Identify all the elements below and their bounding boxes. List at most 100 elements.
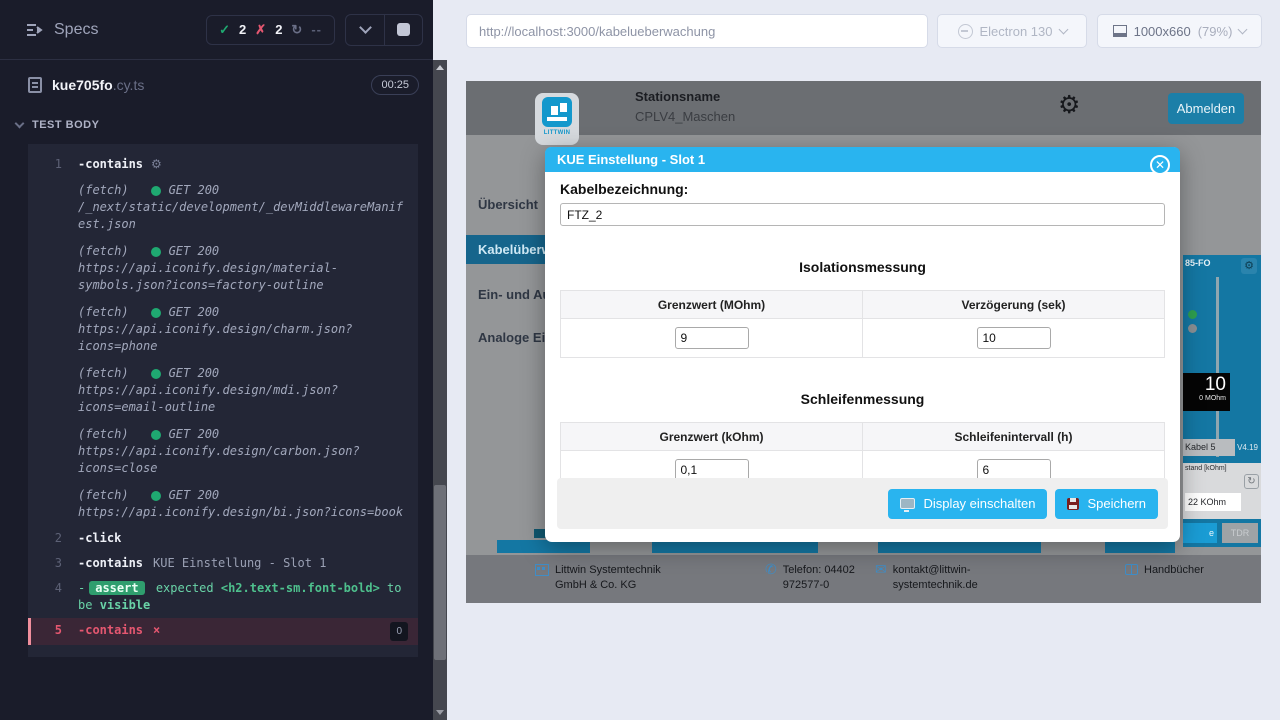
fetch-log-entry[interactable]: (fetch)GET 200 https://api.iconify.desig… bbox=[28, 360, 418, 421]
specs-title[interactable]: Specs bbox=[54, 21, 98, 39]
scrollbar-thumb[interactable] bbox=[434, 485, 446, 660]
loop-col-grenzwert: Grenzwert (kOhm) bbox=[561, 423, 863, 451]
chevron-down-icon bbox=[359, 21, 372, 34]
scroll-up-icon[interactable] bbox=[436, 65, 444, 70]
partial-button[interactable]: e bbox=[1183, 523, 1217, 543]
assert-row[interactable]: 4 -assert expected <h2.text-sm.font-bold… bbox=[28, 576, 418, 618]
viewport-size-selector[interactable]: 1000x660 (79%) bbox=[1097, 14, 1262, 48]
logo-icon bbox=[542, 97, 572, 127]
reporter-scrollbar[interactable] bbox=[433, 60, 447, 720]
stop-button[interactable] bbox=[384, 15, 422, 45]
company-logo: LITTWIN bbox=[535, 93, 579, 145]
close-icon[interactable]: ✕ bbox=[1150, 155, 1170, 175]
station-name: CPLV4_Maschen bbox=[635, 109, 735, 124]
display-on-button[interactable]: Display einschalten bbox=[888, 489, 1047, 519]
command-row[interactable]: 2 -click bbox=[28, 526, 418, 551]
browser-selector[interactable]: Electron 130 bbox=[937, 14, 1087, 48]
footer-email[interactable]: ✉ kontakt@littwin-systemtechnik.de bbox=[875, 563, 1085, 603]
measurement-display: 10 0 MOhm bbox=[1183, 373, 1230, 411]
logo-text: LITTWIN bbox=[544, 130, 570, 136]
command-row[interactable]: 3 -containsKUE Einstellung - Slot 1 bbox=[28, 551, 418, 576]
status-ok-icon bbox=[151, 369, 161, 379]
cypress-reporter: Specs ✓ 2 ✗ 2 ↻ -- kue705fo.cy.ts 00:25 … bbox=[0, 0, 433, 720]
command-row[interactable]: 1 -contains ⚙ bbox=[28, 152, 418, 177]
specs-list-icon[interactable] bbox=[26, 23, 44, 37]
nav-item-ein-und-ausgaenge[interactable]: Ein- und Au bbox=[466, 280, 556, 309]
fetch-log-entry[interactable]: (fetch)GET 200 https://api.iconify.desig… bbox=[28, 299, 418, 360]
nav-item-analoge-eingaenge[interactable]: Analoge Ei bbox=[466, 323, 556, 352]
spec-file-name: kue705fo.cy.ts bbox=[52, 77, 144, 93]
fetch-log-entry[interactable]: (fetch)GET 200 https://api.iconify.desig… bbox=[28, 238, 418, 299]
browser-label: Electron 130 bbox=[980, 24, 1053, 39]
status-ok-icon bbox=[151, 247, 161, 257]
stop-icon bbox=[397, 23, 410, 36]
spec-file-ext: .cy.ts bbox=[113, 77, 145, 93]
loop-section-title: Schleifenmessung bbox=[560, 391, 1165, 407]
station-label: Stationsname bbox=[635, 89, 735, 104]
save-floppy-icon bbox=[1067, 498, 1079, 510]
iso-col-grenzwert: Grenzwert (MOhm) bbox=[561, 291, 863, 319]
refresh-icon[interactable]: ↻ bbox=[1244, 474, 1259, 489]
resistance-value: 22 KOhm bbox=[1185, 493, 1241, 511]
card-gear-icon[interactable]: ⚙ bbox=[1241, 258, 1257, 274]
test-body-header[interactable]: TEST BODY bbox=[0, 110, 433, 140]
factory-icon bbox=[535, 564, 549, 576]
browser-bar: Electron 130 1000x660 (79%) bbox=[447, 0, 1280, 62]
logout-button[interactable]: Abmelden bbox=[1168, 93, 1244, 124]
footer-phone: ✆ Telefon: 04402 972577-0 bbox=[765, 563, 875, 603]
resistance-panel: stand [kOhm] ↻ 22 KOhm bbox=[1183, 463, 1261, 519]
divider bbox=[1216, 277, 1219, 457]
fetch-log-entry[interactable]: (fetch)GET 200 https://api.iconify.desig… bbox=[28, 482, 418, 526]
viewport-size: 1000x660 bbox=[1134, 24, 1191, 39]
footer-manuals[interactable]: Handbücher bbox=[1125, 563, 1204, 603]
test-stats: ✓ 2 ✗ 2 ↻ -- bbox=[206, 15, 335, 45]
status-ok-icon bbox=[151, 491, 161, 501]
iso-col-verzoegerung: Verzögerung (sek) bbox=[863, 291, 1165, 319]
spec-file-icon bbox=[28, 77, 42, 93]
iso-grenzwert-input[interactable] bbox=[675, 327, 749, 349]
status-ok-icon bbox=[151, 430, 161, 440]
tdr-button[interactable]: TDR bbox=[1222, 523, 1258, 543]
ruler-icon bbox=[1113, 25, 1127, 37]
fetch-log-entry[interactable]: (fetch)GET 200 https://api.iconify.desig… bbox=[28, 421, 418, 482]
status-green-dot bbox=[1188, 310, 1197, 319]
book-icon bbox=[1125, 564, 1138, 575]
url-bar[interactable] bbox=[466, 14, 928, 48]
cable-name-input[interactable] bbox=[560, 203, 1165, 226]
fail-x-icon: × bbox=[153, 623, 160, 637]
cable-name-label: Kabelbezeichnung: bbox=[560, 181, 1165, 197]
failed-command-row[interactable]: 5 -contains× 0 bbox=[28, 618, 418, 645]
resistance-label: stand [kOhm] bbox=[1185, 465, 1259, 472]
nav-item-uebersicht[interactable]: Übersicht bbox=[466, 190, 556, 219]
modal-header: KUE Einstellung - Slot 1 ✕ bbox=[545, 147, 1180, 172]
pending-icon: ↻ bbox=[291, 22, 302, 38]
failed-icon: ✗ bbox=[255, 22, 266, 38]
status-ok-icon bbox=[151, 186, 161, 196]
kue-slot-card: 85-FO ⚙ 10 0 MOhm Kabel 5 V4.19 stand [k… bbox=[1183, 255, 1261, 547]
url-input[interactable] bbox=[479, 24, 915, 39]
app-header: Stationsname CPLV4_Maschen ⚙ Abmelden bbox=[466, 81, 1261, 135]
footer-company: Littwin Systemtechnik GmbH & Co. KG bbox=[535, 563, 765, 603]
status-ok-icon bbox=[151, 308, 161, 318]
spec-duration-badge: 00:25 bbox=[371, 75, 419, 95]
retry-count-badge: 0 bbox=[390, 622, 408, 641]
station-info: Stationsname CPLV4_Maschen bbox=[635, 89, 735, 124]
reporter-header: Specs ✓ 2 ✗ 2 ↻ -- bbox=[0, 0, 433, 60]
status-gray-dot bbox=[1188, 324, 1197, 333]
failed-count: 2 bbox=[275, 22, 282, 37]
passed-count: 2 bbox=[239, 22, 246, 37]
email-icon: ✉ bbox=[875, 563, 887, 577]
monitor-icon bbox=[900, 498, 915, 509]
scroll-down-icon[interactable] bbox=[436, 710, 444, 715]
iso-verzoegerung-input[interactable] bbox=[977, 327, 1051, 349]
fetch-log-entry[interactable]: (fetch)GET 200 /_next/static/development… bbox=[28, 177, 418, 238]
spec-file-row[interactable]: kue705fo.cy.ts 00:25 bbox=[0, 60, 433, 110]
app-preview-pane: Electron 130 1000x660 (79%) Stationsname… bbox=[447, 0, 1280, 720]
collapse-button[interactable] bbox=[346, 15, 384, 45]
nav-item-kabelueberwachung[interactable]: Kabelüberw bbox=[466, 235, 556, 264]
chevron-down-icon bbox=[1238, 25, 1248, 35]
settings-gear-icon[interactable]: ⚙ bbox=[1058, 92, 1080, 117]
isolation-section-title: Isolationsmessung bbox=[560, 259, 1165, 275]
save-button[interactable]: Speichern bbox=[1055, 489, 1158, 519]
chevron-down-icon bbox=[15, 119, 25, 129]
